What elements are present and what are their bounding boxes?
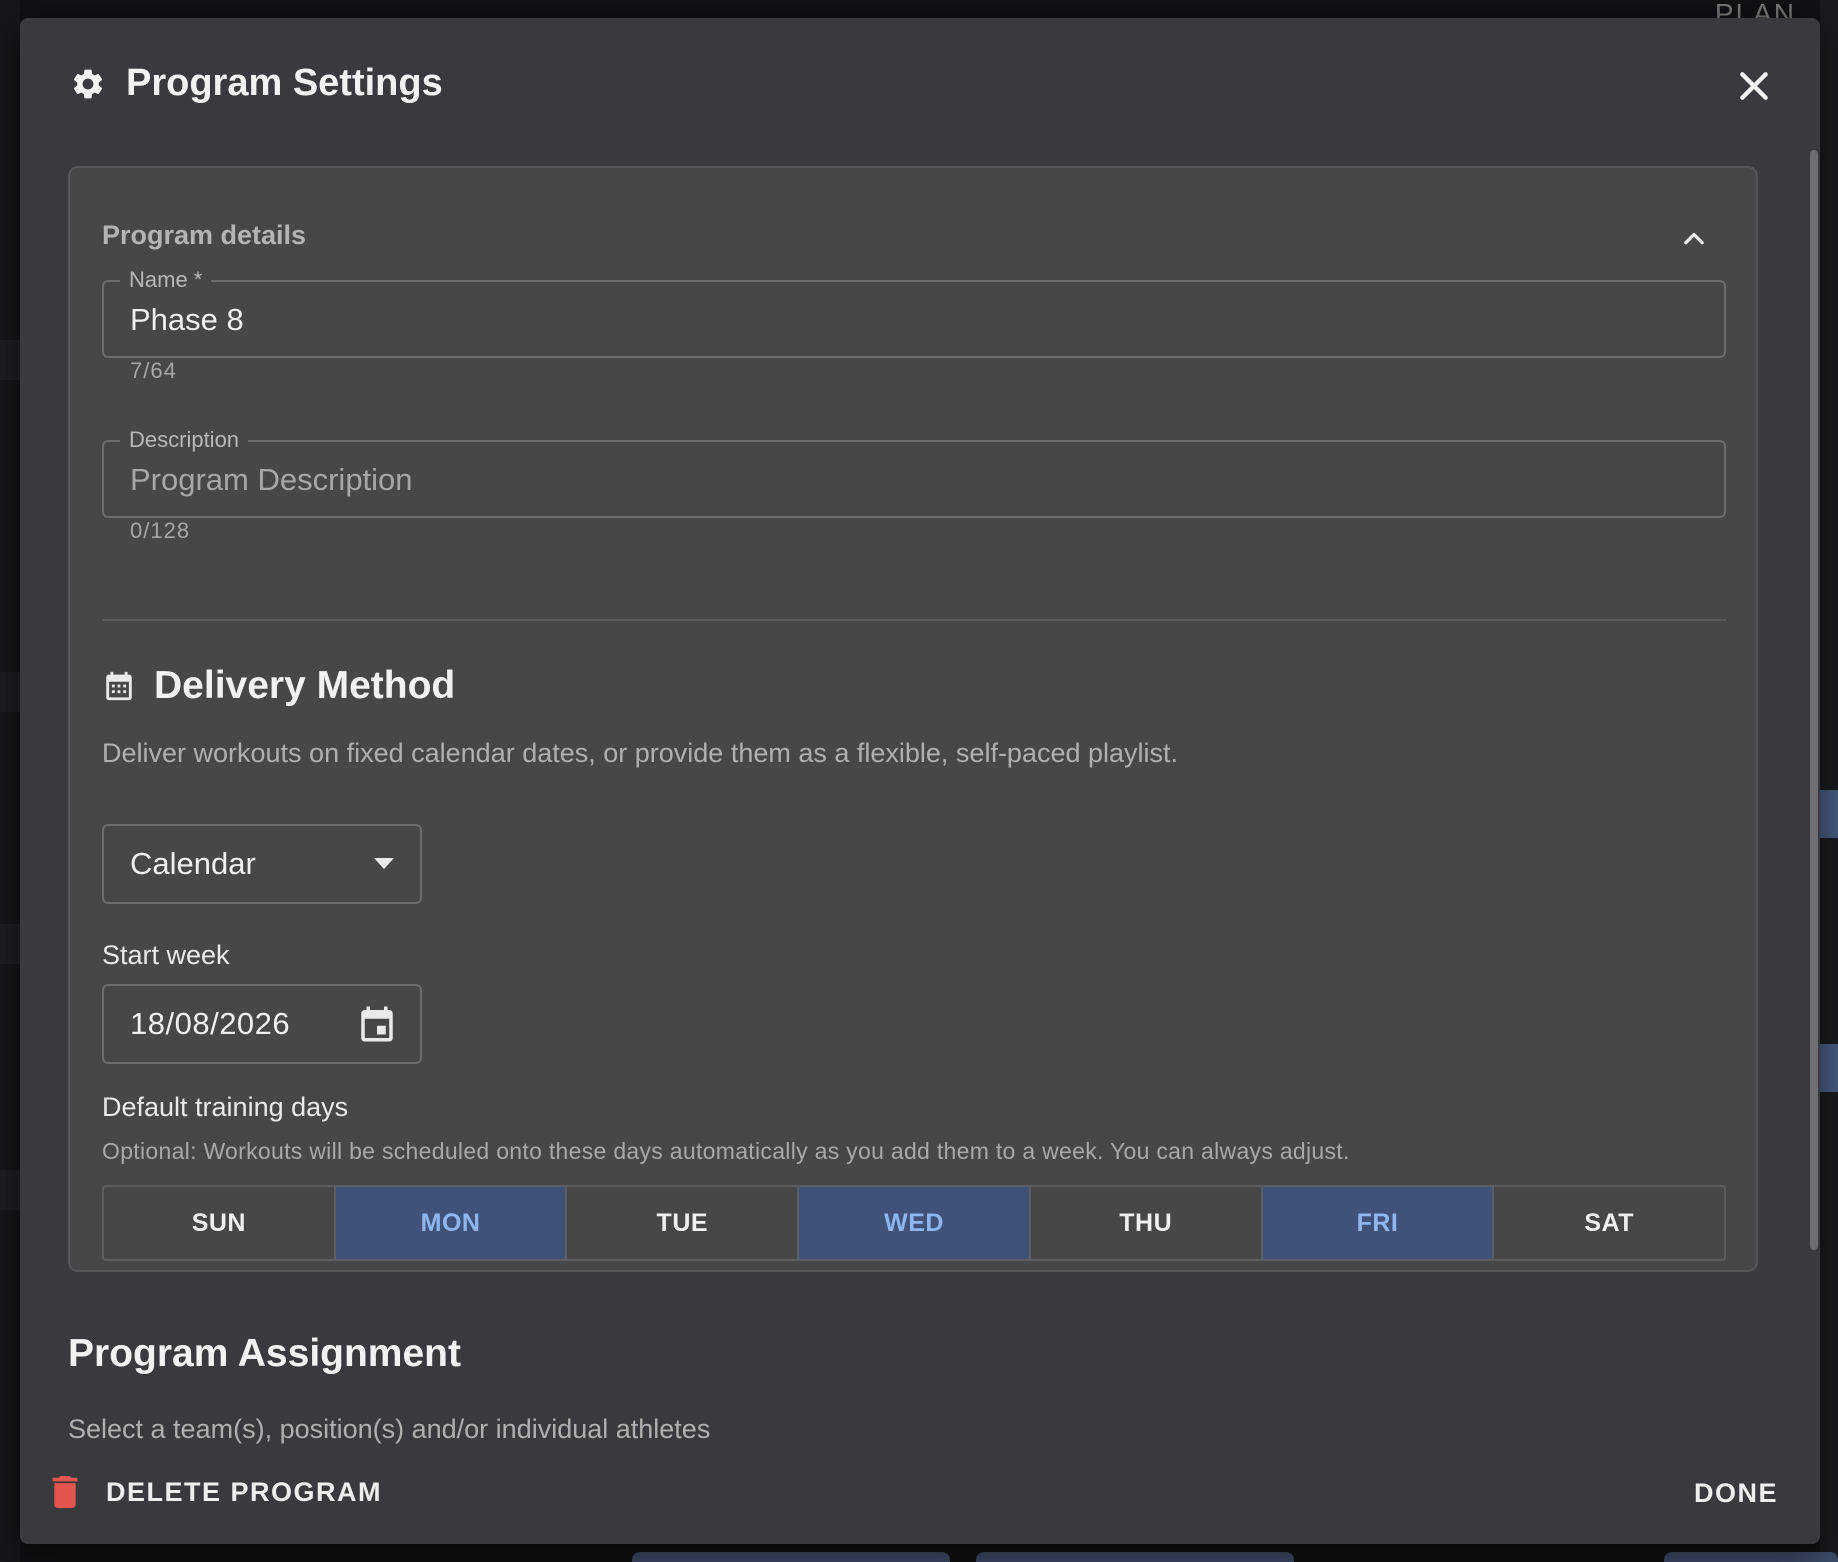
delete-program-label: DELETE PROGRAM [106, 1476, 383, 1507]
dialog-title: Program Settings [126, 62, 443, 104]
program-details-panel: Program details Name * Phase 8 7/64 Desc… [68, 166, 1758, 1272]
background-tab [632, 1552, 950, 1562]
day-toggle-wed[interactable]: WED [799, 1187, 1031, 1259]
gear-icon [73, 69, 103, 98]
background-app [0, 0, 20, 1562]
description-field[interactable]: Description Program Description [102, 425, 1726, 518]
start-week-input[interactable]: 18/08/2026 [102, 984, 422, 1064]
background-row [0, 924, 20, 964]
background-tab [976, 1552, 1294, 1562]
chevron-up-icon[interactable] [1680, 224, 1708, 252]
background-highlight [1820, 790, 1838, 838]
program-settings-dialog: Program Settings Program details Name * … [20, 18, 1820, 1544]
training-days-toggle-group: SUN MON TUE WED THU FRI SAT [102, 1185, 1726, 1261]
day-toggle-sat[interactable]: SAT [1494, 1187, 1724, 1259]
background-row [0, 1170, 20, 1210]
name-label: Name * [120, 265, 212, 295]
divider [102, 619, 1726, 621]
close-icon[interactable] [1734, 66, 1774, 106]
day-toggle-tue[interactable]: TUE [567, 1187, 800, 1259]
default-training-days-label: Default training days [102, 1092, 349, 1122]
background-tab [1664, 1552, 1838, 1562]
name-char-counter: 7/64 [130, 358, 177, 383]
trash-icon [52, 1476, 78, 1508]
calendar-icon [106, 671, 132, 701]
delivery-method-description: Deliver workouts on fixed calendar dates… [102, 738, 1179, 768]
start-week-label: Start week [102, 940, 230, 970]
delete-program-button[interactable]: DELETE PROGRAM [52, 1476, 382, 1508]
delivery-method-title: Delivery Method [154, 664, 456, 707]
delivery-method-select[interactable]: Calendar [102, 824, 422, 904]
background-row [0, 672, 20, 712]
background-highlight [1820, 1044, 1838, 1092]
scrollbar[interactable] [1810, 150, 1818, 1250]
date-picker-icon[interactable] [356, 1002, 398, 1046]
delivery-method-value: Calendar [130, 846, 256, 881]
background-app-right [1820, 0, 1838, 1562]
description-placeholder: Program Description [130, 462, 413, 497]
default-training-days-hint: Optional: Workouts will be scheduled ont… [102, 1138, 1350, 1164]
program-assignment-description: Select a team(s), position(s) and/or ind… [68, 1414, 711, 1444]
day-toggle-fri[interactable]: FRI [1262, 1187, 1495, 1259]
name-value: Phase 8 [130, 302, 244, 337]
description-char-counter: 0/128 [130, 518, 191, 543]
dialog-footer: DELETE PROGRAM DONE [20, 1444, 1820, 1544]
day-toggle-mon[interactable]: MON [335, 1187, 568, 1259]
delivery-method-header: Delivery Method [102, 664, 455, 708]
done-button[interactable]: DONE [1694, 1478, 1778, 1509]
name-field[interactable]: Name * Phase 8 [102, 265, 1726, 358]
day-toggle-sun[interactable]: SUN [104, 1187, 336, 1259]
start-week-value: 18/08/2026 [130, 1006, 291, 1041]
program-assignment-title: Program Assignment [68, 1332, 461, 1375]
background-row [0, 340, 20, 380]
day-toggle-thu[interactable]: THU [1031, 1187, 1263, 1259]
caret-down-icon [374, 858, 394, 869]
description-label: Description [120, 425, 249, 455]
program-details-heading: Program details [102, 220, 307, 250]
dialog-header: Program Settings [70, 62, 443, 105]
